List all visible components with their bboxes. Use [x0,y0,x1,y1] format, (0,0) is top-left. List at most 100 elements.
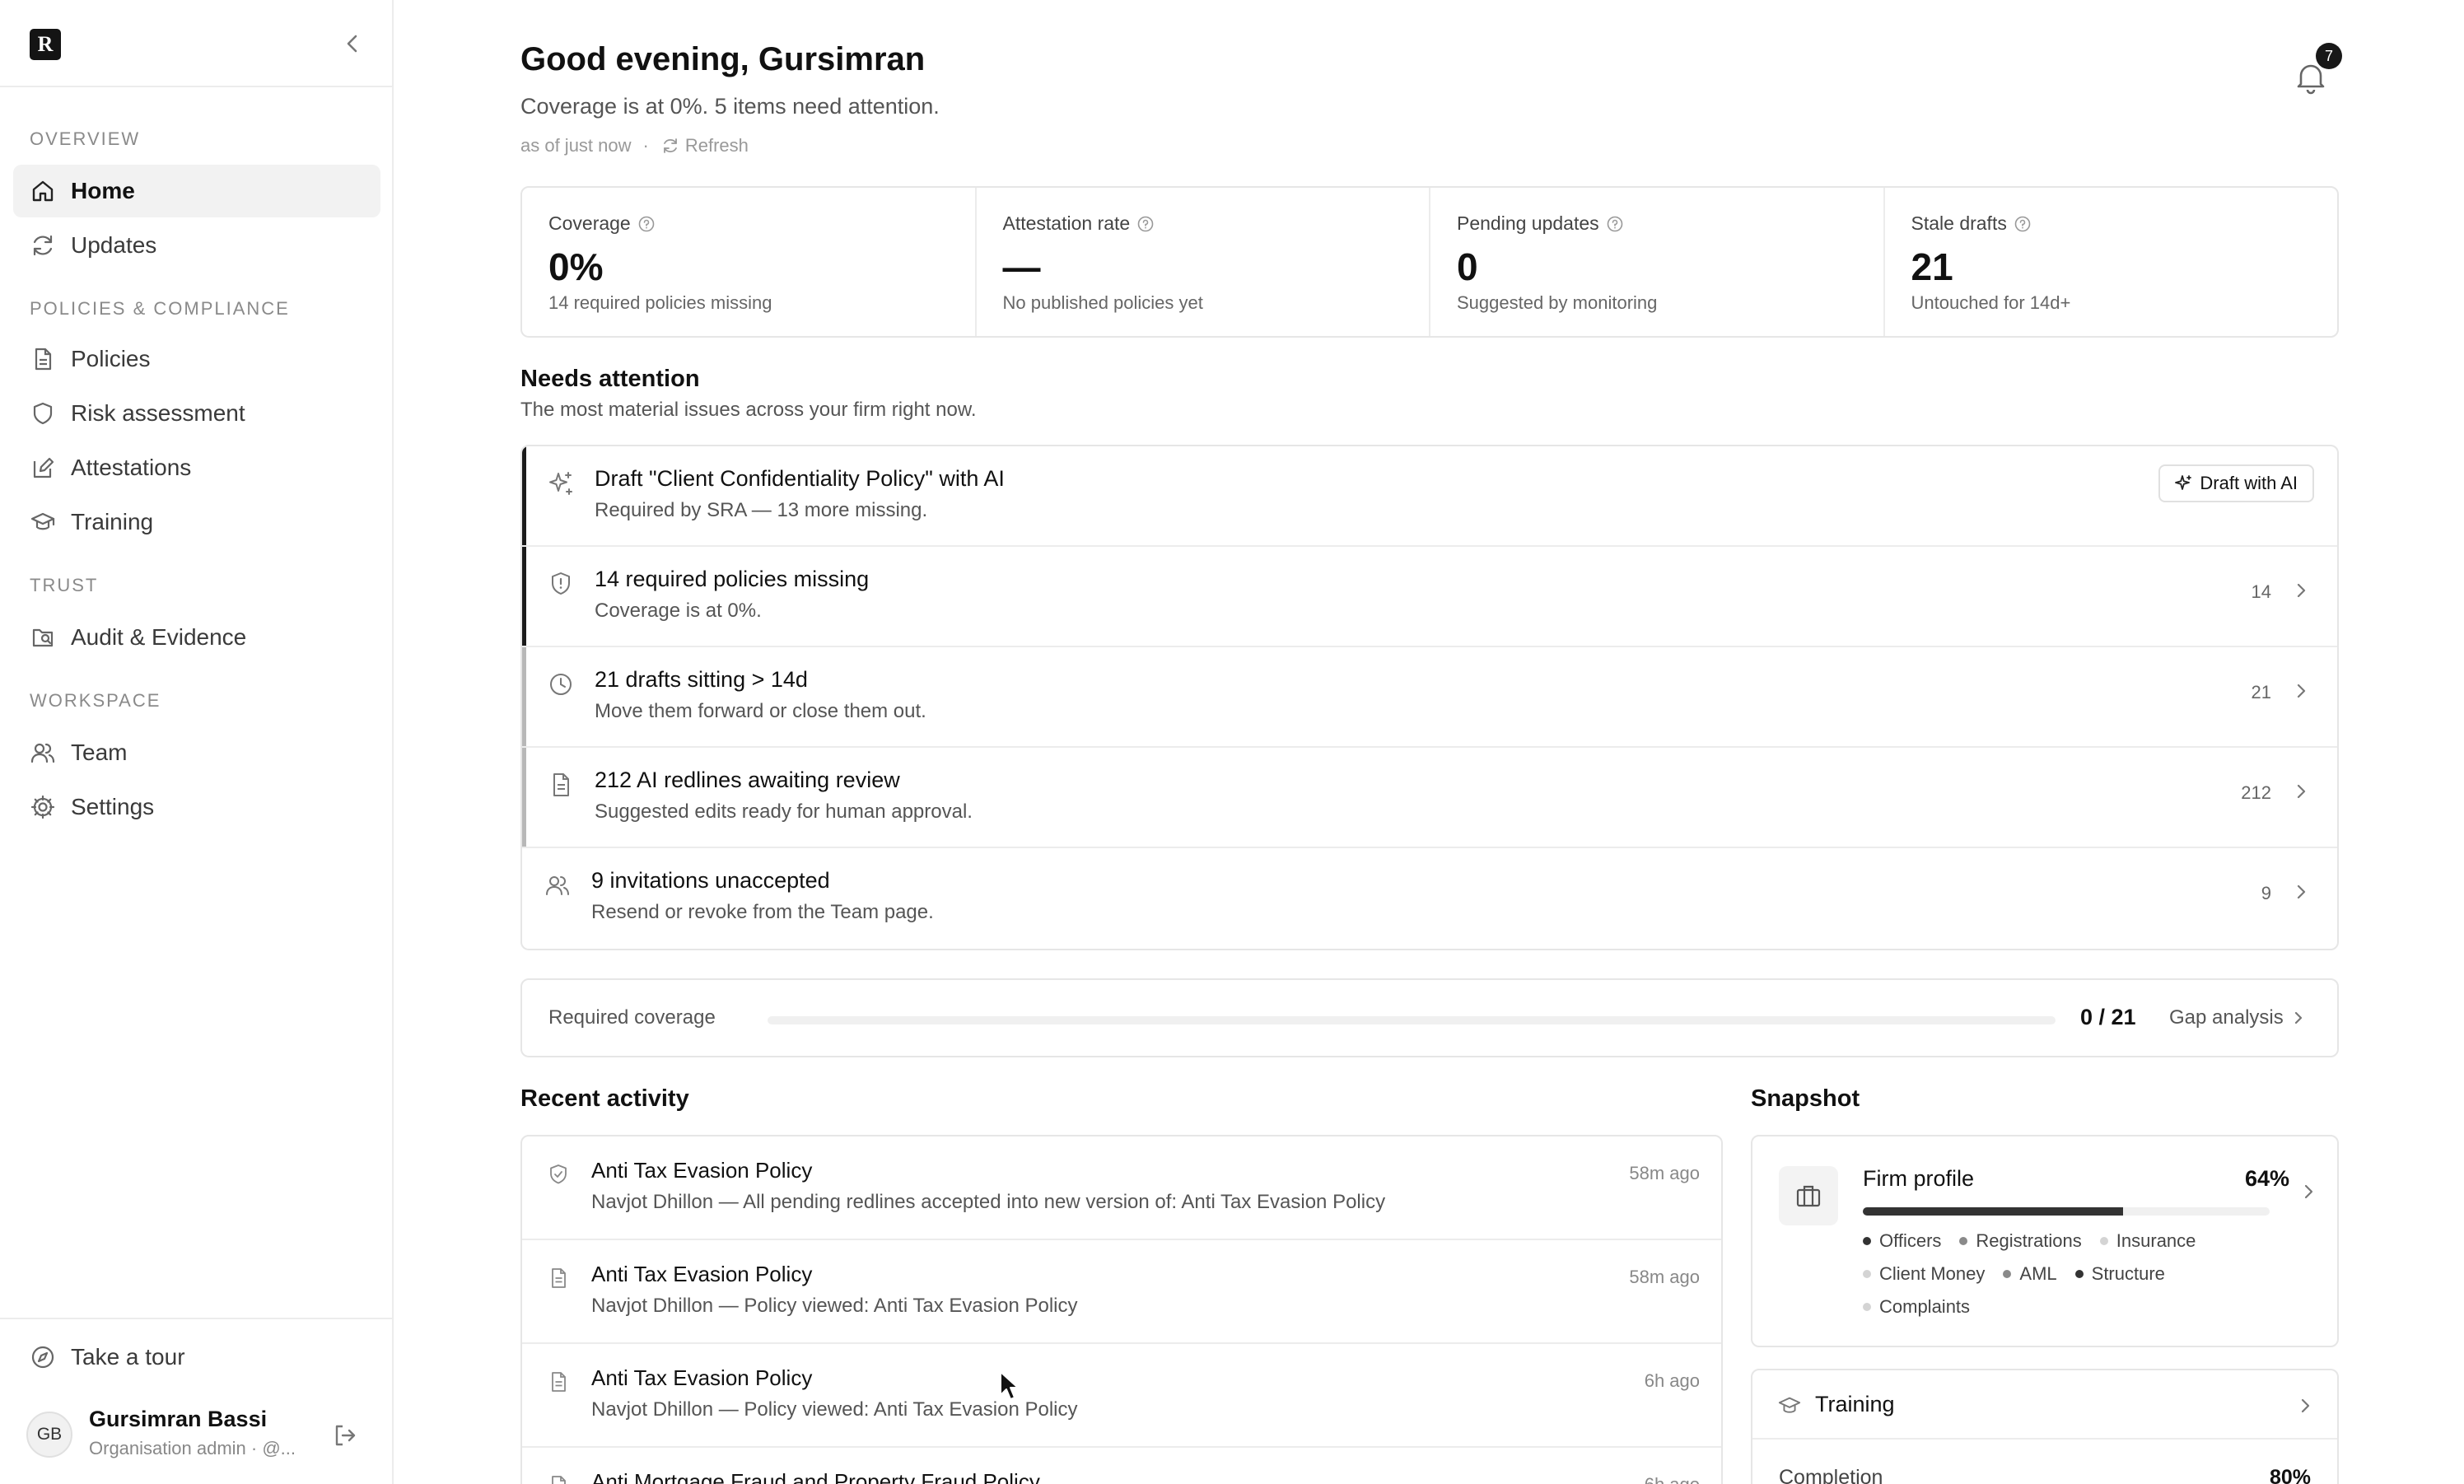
user-name: Gursimran Bassi [89,1407,268,1431]
snapshot-title: Snapshot [1751,1085,1860,1112]
tag-label: Officers [1879,1230,1942,1251]
sidebar-item-label: Risk assessment [71,400,245,426]
status-dot [1959,1237,1968,1245]
help-icon[interactable] [1136,215,1155,233]
activity-item[interactable]: Anti Tax Evasion Policy Navjot Dhillon —… [522,1136,1721,1240]
user-profile[interactable]: GB Gursimran Bassi Organisation admin · … [26,1402,372,1468]
completion-label: Completion [1779,1466,1883,1484]
sidebar-item-settings[interactable]: Settings [13,781,380,833]
document-icon [552,1372,566,1392]
sidebar-footer: Take a tour GB Gursimran Bassi Organisat… [0,1318,392,1484]
firm-profile-progress-track [1863,1207,2270,1216]
activity-time: 6h ago [1645,1474,1700,1484]
needs-attention-title: Needs attention [520,366,700,392]
chevron-right-icon [2304,1184,2313,1199]
attention-item-stale-drafts[interactable]: 21 drafts sitting > 14d Move them forwar… [522,647,2337,748]
stat-value: 0 [1457,245,1478,288]
required-coverage-bar: Required coverage 0 / 21 Gap analysis [520,978,2339,1057]
sidebar-item-label: Training [71,509,154,534]
tag-complaints: Complaints [1863,1296,1970,1318]
firm-profile-sections: Officers Registrations Insurance Client … [1863,1230,2308,1318]
help-icon[interactable] [637,215,656,233]
app-logo[interactable]: R [30,29,61,60]
attention-title: 9 invitations unaccepted [591,868,830,893]
stat-label: Coverage [548,212,631,234]
graduation-cap-icon [30,512,55,530]
activity-description: Navjot Dhillon — Policy viewed: Anti Tax… [591,1398,1078,1421]
firm-profile-card[interactable]: Firm profile 64% Officers Registrations … [1751,1135,2339,1347]
status-dot [2074,1270,2084,1278]
priority-bar [522,446,526,545]
training-card-header[interactable]: Training [1752,1370,2337,1440]
attention-item-invitations[interactable]: 9 invitations unaccepted Resend or revok… [522,848,2337,949]
stat-label: Attestation rate [1002,212,1131,234]
sidebar-item-attestations[interactable]: Attestations [13,441,380,494]
chevron-right-icon [2301,1398,2310,1413]
refresh-icon [663,138,677,153]
sidebar-item-label: Settings [71,794,155,819]
mouse-cursor-icon [1000,1371,1019,1400]
sidebar-header: R [0,0,392,87]
stat-caption: No published policies yet [1002,292,1203,313]
refresh-button[interactable]: Refresh [685,135,749,156]
sidebar-item-label: Attestations [71,455,192,480]
attention-subtitle: Required by SRA — 13 more missing. [595,499,928,521]
sidebar-item-team[interactable]: Team [13,726,380,779]
user-role: Organisation admin · @... [89,1438,296,1458]
document-icon [552,1268,566,1288]
stat-value: 0% [548,245,604,288]
draft-with-ai-button[interactable]: Draft with AI [2158,464,2314,502]
document-icon [35,348,52,371]
firm-profile-percent: 64% [2244,1166,2289,1191]
attention-subtitle: Suggested edits ready for human approval… [595,800,973,823]
stat-caption: Suggested by monitoring [1457,292,1658,313]
collapse-sidebar-icon[interactable] [341,30,362,58]
tag-label: Registrations [1976,1230,2082,1251]
attention-item-draft-ai[interactable]: Draft "Client Confidentiality Policy" wi… [522,446,2337,547]
attention-subtitle: Coverage is at 0%. [595,600,762,622]
sidebar-item-updates[interactable]: Updates [13,219,380,272]
help-icon[interactable] [1606,215,1624,233]
training-title: Training [1815,1392,1895,1416]
status-dot [1863,1270,1871,1278]
take-a-tour-link[interactable]: Take a tour [30,1344,185,1370]
sidebar-item-training[interactable]: Training [13,496,380,548]
users-icon [546,876,569,895]
shield-check-icon [550,1164,567,1184]
activity-title: Anti Tax Evasion Policy [591,1158,813,1183]
sidebar-item-risk-assessment[interactable]: Risk assessment [13,387,380,440]
users-icon [30,743,55,763]
attention-item-ai-redlines[interactable]: 212 AI redlines awaiting review Suggeste… [522,748,2337,848]
audit-folder-icon [32,628,54,647]
sidebar-item-audit-evidence[interactable]: Audit & Evidence [13,611,380,664]
nav-section-trust: TRUST [30,575,99,595]
graduation-cap-icon [1778,1397,1801,1413]
tag-label: Client Money [1879,1263,1986,1284]
activity-item[interactable]: Anti Tax Evasion Policy Navjot Dhillon —… [522,1240,1721,1344]
activity-item[interactable]: Anti Tax Evasion Policy Navjot Dhillon —… [522,1344,1721,1448]
logout-icon[interactable] [331,1421,359,1449]
tag-officers: Officers [1863,1230,1941,1252]
sidebar-item-label: Home [71,178,135,203]
activity-item[interactable]: Anti Mortgage Fraud and Property Fraud P… [522,1448,1721,1484]
compass-icon [31,1346,54,1369]
sidebar-item-home[interactable]: Home [13,165,380,217]
training-card[interactable]: Training Completion 80% [1751,1369,2339,1484]
coverage-label: Required coverage [548,1006,716,1029]
chevron-right-icon [2297,583,2306,598]
help-icon[interactable] [2014,215,2032,233]
gap-analysis-link[interactable]: Gap analysis [2169,1006,2307,1029]
status-dot [2099,1237,2108,1245]
sidebar-item-policies[interactable]: Policies [13,333,380,385]
stat-pending-updates: Pending updates 0 Suggested by monitorin… [1430,188,1885,336]
needs-attention-list: Draft "Client Confidentiality Policy" wi… [520,445,2339,950]
briefcase-icon [1796,1185,1821,1207]
sparkle-icon [549,472,572,495]
sidebar-item-label: Audit & Evidence [71,624,247,650]
activity-title: Anti Tax Evasion Policy [591,1365,813,1390]
attention-title: 14 required policies missing [595,567,870,591]
firm-profile-progress-fill [1863,1207,2124,1216]
avatar: GB [26,1412,72,1458]
stat-caption: Untouched for 14d+ [1911,292,2071,313]
attention-item-missing-policies[interactable]: 14 required policies missing Coverage is… [522,547,2337,647]
